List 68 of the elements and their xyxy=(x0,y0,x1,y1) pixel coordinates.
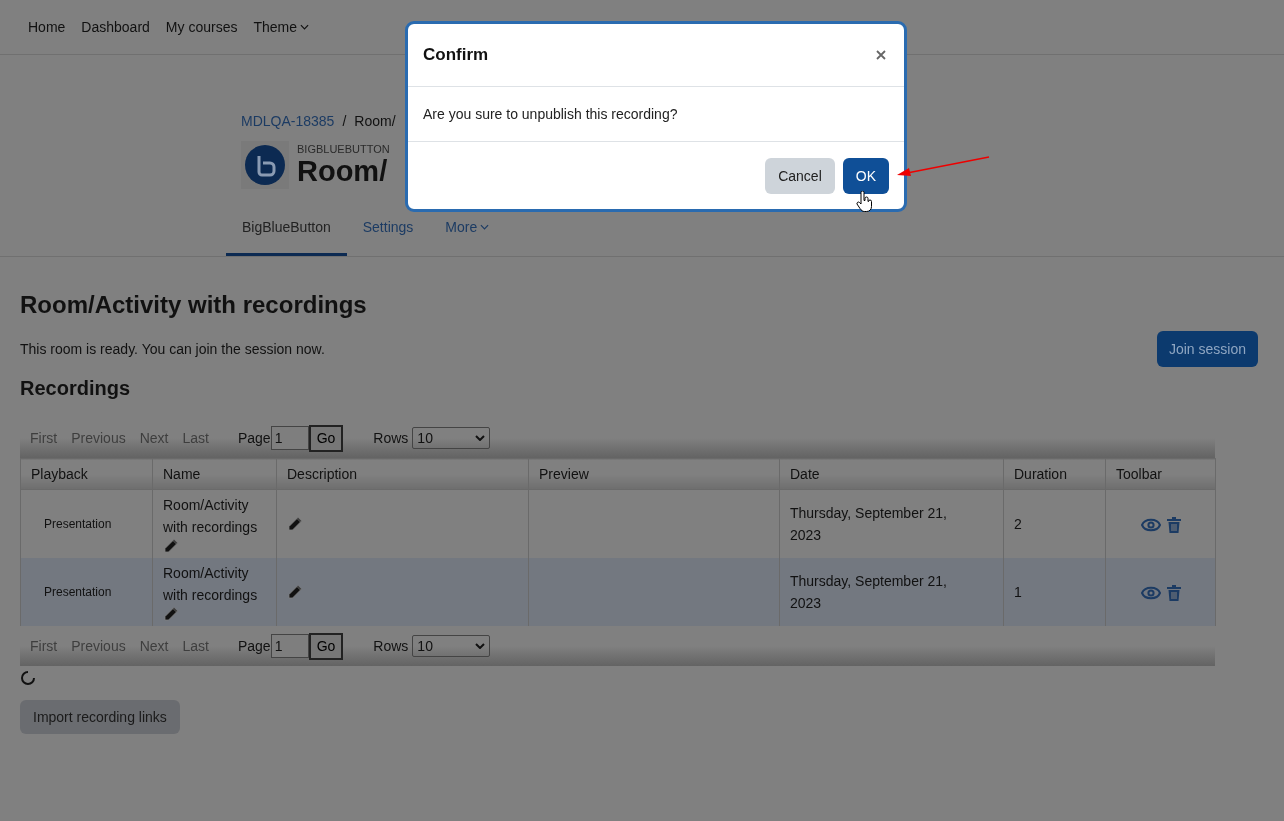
pager-link[interactable]: First xyxy=(30,638,58,654)
close-icon[interactable] xyxy=(876,50,886,60)
trash-icon[interactable] xyxy=(1166,517,1181,534)
module-label: BIGBLUEBUTTON xyxy=(297,143,390,155)
pager-link[interactable]: Last xyxy=(182,638,209,654)
column-header: Duration xyxy=(1003,458,1106,490)
nav-link[interactable]: Theme xyxy=(253,19,309,35)
page-label: Page xyxy=(237,430,271,446)
breadcrumb-link[interactable]: MDLQA-18385 xyxy=(241,113,335,129)
page-input[interactable]: 1 xyxy=(270,426,309,450)
column-header: Date xyxy=(779,458,1004,490)
rows-select[interactable]: 10 xyxy=(412,427,491,449)
pager-link[interactable]: Previous xyxy=(71,638,126,654)
breadcrumb-separator: / xyxy=(342,113,347,129)
activity-heading: Room/Activity with recordings xyxy=(20,291,368,319)
nav-tab[interactable]: More xyxy=(429,205,506,256)
recording-duration: 2 xyxy=(1014,516,1022,532)
recording-date: Thursday, September 21, 2023 xyxy=(790,504,948,545)
eye-icon[interactable] xyxy=(1140,586,1161,601)
import-recording-links-button[interactable]: Import recording links xyxy=(20,700,180,734)
nav-link[interactable]: Home xyxy=(28,19,66,35)
recording-name: Room/Activity with recordings xyxy=(163,496,259,537)
go-button[interactable]: Go xyxy=(308,632,344,660)
recordings-heading: Recordings xyxy=(20,377,132,400)
page-input[interactable]: 1 xyxy=(270,634,309,658)
eye-icon[interactable] xyxy=(1140,518,1161,533)
go-button[interactable]: Go xyxy=(308,424,344,452)
pencil-icon[interactable] xyxy=(163,538,179,554)
nav-tab[interactable]: BigBlueButton xyxy=(226,205,347,256)
pager-link[interactable]: Previous xyxy=(71,430,126,446)
status-text: This room is ready. You can join the session now. xyxy=(20,341,325,357)
recording-name: Room/Activity with recordings xyxy=(163,564,259,605)
recording-duration: 1 xyxy=(1014,584,1022,600)
pencil-icon[interactable] xyxy=(163,606,179,622)
pager-link[interactable]: First xyxy=(30,430,58,446)
dialog-button[interactable]: OK xyxy=(842,157,889,194)
caret-icon xyxy=(475,435,486,441)
dialog-message: Are you sure to unpublish this recording? xyxy=(423,106,678,122)
pencil-icon[interactable] xyxy=(287,516,303,532)
pager-link[interactable]: Next xyxy=(139,638,169,654)
rows-select[interactable]: 10 xyxy=(412,635,491,657)
rows-label: Rows xyxy=(373,638,409,654)
pencil-icon[interactable] xyxy=(287,584,303,600)
nav-tab[interactable]: Settings xyxy=(346,205,430,256)
column-header: Name xyxy=(152,458,277,490)
join-session-button[interactable]: Join session xyxy=(1156,331,1258,367)
column-header: Preview xyxy=(528,458,780,490)
caret-icon xyxy=(475,643,486,649)
dialog-button[interactable]: Cancel xyxy=(765,157,835,194)
rows-label: Rows xyxy=(373,430,409,446)
playback-link[interactable]: Presentation xyxy=(44,517,112,531)
column-header: Description xyxy=(276,458,529,490)
page-label: Page xyxy=(237,638,271,654)
recording-date: Thursday, September 21, 2023 xyxy=(790,572,948,613)
pager-link[interactable]: Next xyxy=(139,430,169,446)
loading-spinner-icon xyxy=(20,670,36,686)
pager-link[interactable]: Last xyxy=(182,430,209,446)
dialog-title: Confirm xyxy=(423,45,489,65)
table-row[interactable]: Presentation Room/Activity with recordings Thursday, September 21, 2023 1 xyxy=(20,558,1216,626)
trash-icon[interactable] xyxy=(1166,585,1181,602)
nav-link[interactable]: My courses xyxy=(165,19,238,35)
breadcrumb-link[interactable]: Room/ xyxy=(354,113,396,129)
nav-link[interactable]: Dashboard xyxy=(81,19,150,35)
page-title: Room/ xyxy=(297,155,389,187)
column-header: Playback xyxy=(20,458,153,490)
playback-link[interactable]: Presentation xyxy=(44,585,112,599)
column-header: Toolbar xyxy=(1105,458,1216,490)
activity-icon xyxy=(241,141,289,189)
